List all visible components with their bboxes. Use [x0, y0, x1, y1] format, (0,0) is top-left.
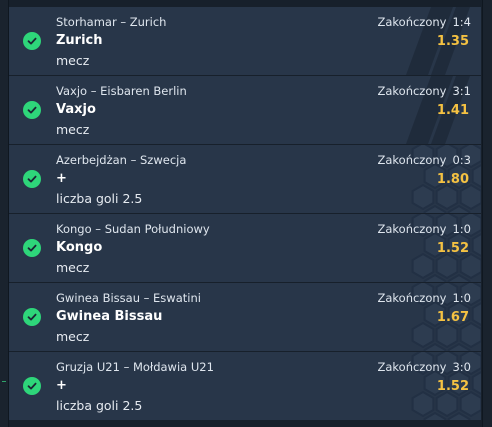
hex-shape	[411, 390, 435, 418]
final-score: 3:1	[452, 84, 471, 98]
status-label: Zakończony	[377, 153, 447, 167]
rail-marker	[2, 381, 6, 382]
status-label: Zakończony	[377, 15, 447, 29]
hex-shape	[423, 411, 447, 420]
check-circle-icon	[23, 170, 41, 188]
final-score: 0:3	[452, 153, 471, 167]
status-label: Zakończony	[377, 84, 447, 98]
hex-shape	[423, 342, 447, 351]
final-score: 1:4	[452, 15, 471, 29]
check-circle-icon	[23, 239, 41, 257]
hex-shape	[435, 183, 459, 211]
match-status: Zakończony 1:0	[377, 291, 471, 305]
bet-market: mecz	[56, 260, 90, 275]
status-label: Zakończony	[377, 291, 447, 305]
check-circle-icon	[23, 32, 41, 50]
selected-pick: +	[56, 171, 67, 186]
hex-shape	[459, 183, 481, 211]
hex-shape	[423, 204, 447, 213]
hex-shape	[435, 390, 459, 418]
final-score: 3:0	[452, 360, 471, 374]
hex-shape	[447, 273, 471, 282]
bet-card[interactable]: Vaxjo – Eisbaren Berlin Zakończony 3:1 Va…	[9, 76, 481, 144]
bet-odds: 1.52	[436, 241, 469, 256]
bet-market: mecz	[56, 329, 90, 344]
check-circle-icon	[23, 101, 41, 119]
selected-pick: Zurich	[56, 33, 103, 48]
match-status: Zakończony 1:4	[377, 15, 471, 29]
hex-shape	[459, 390, 481, 418]
hex-shape	[435, 252, 459, 280]
hex-shape	[459, 321, 481, 349]
bet-card[interactable]: Storhamar – Zurich Zakończony 1:4 Zurich …	[9, 7, 481, 75]
selected-pick: Vaxjo	[56, 102, 96, 117]
bet-card[interactable]: Kongo – Sudan Południowy Zakończony 1:0 K…	[9, 214, 481, 282]
bet-card[interactable]: Gruzja U21 – Mołdawia U21 Zakończony 3:0 …	[9, 352, 481, 420]
selected-pick: +	[56, 378, 67, 393]
status-label: Zakończony	[377, 360, 447, 374]
left-scroll-rail	[0, 0, 9, 427]
bet-list: Storhamar – Zurich Zakończony 1:4 Zurich …	[9, 7, 481, 421]
match-status: Zakończony 1:0	[377, 222, 471, 236]
match-status: Zakończony 0:3	[377, 153, 471, 167]
check-circle-icon	[23, 377, 41, 395]
hex-shape	[447, 204, 471, 213]
bet-odds: 1.35	[436, 34, 469, 49]
bet-odds: 1.67	[436, 310, 469, 325]
hex-shape	[459, 252, 481, 280]
match-name: Gwinea Bissau – Eswatini	[56, 291, 201, 305]
match-name: Kongo – Sudan Południowy	[56, 222, 210, 236]
check-circle-icon	[23, 308, 41, 326]
hex-shape	[435, 321, 459, 349]
hex-shape	[411, 252, 435, 280]
hex-shape	[447, 411, 471, 420]
final-score: 1:0	[452, 291, 471, 305]
hex-shape	[411, 321, 435, 349]
hex-shape	[471, 370, 481, 396]
bet-slip-panel: Storhamar – Zurich Zakończony 1:4 Zurich …	[0, 0, 492, 427]
bet-market: mecz	[56, 53, 90, 68]
match-name: Azerbejdżan – Szwecja	[56, 153, 187, 167]
match-name: Storhamar – Zurich	[56, 15, 167, 29]
match-name: Gruzja U21 – Mołdawia U21	[56, 360, 214, 374]
selected-pick: Gwinea Bissau	[56, 309, 163, 324]
bet-market: liczba goli 2.5	[56, 398, 143, 413]
hex-shape	[411, 183, 435, 211]
bet-odds: 1.52	[436, 379, 469, 394]
hex-shape	[471, 232, 481, 258]
bet-card[interactable]: Azerbejdżan – Szwecja Zakończony 0:3 + 1.…	[9, 145, 481, 213]
bet-market: mecz	[56, 122, 90, 137]
bet-odds: 1.41	[436, 103, 469, 118]
hex-shape	[471, 163, 481, 189]
match-name: Vaxjo – Eisbaren Berlin	[56, 84, 187, 98]
hex-shape	[423, 273, 447, 282]
bet-odds: 1.80	[436, 172, 469, 187]
right-scrollbar[interactable]	[482, 0, 492, 427]
bet-market: liczba goli 2.5	[56, 191, 143, 206]
selected-pick: Kongo	[56, 240, 103, 255]
final-score: 1:0	[452, 222, 471, 236]
bet-card[interactable]: Gwinea Bissau – Eswatini Zakończony 1:0 G…	[9, 283, 481, 351]
hex-shape	[471, 301, 481, 327]
status-label: Zakończony	[377, 222, 447, 236]
match-status: Zakończony 3:1	[377, 84, 471, 98]
match-status: Zakończony 3:0	[377, 360, 471, 374]
hex-shape	[447, 342, 471, 351]
